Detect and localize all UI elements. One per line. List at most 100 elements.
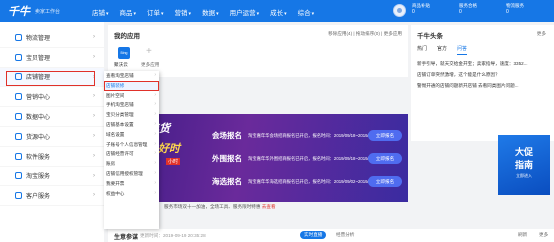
nav-data[interactable]: 数据▾ [202, 7, 219, 17]
main-nav: 店铺▾ 商品▾ 订单▾ 营销▾ 数据▾ 用户运营▾ 成长▾ 综合▾ [92, 7, 325, 17]
chevron-down-icon: ▾ [284, 11, 287, 17]
chevron-right-icon: › [93, 113, 95, 120]
sidebar-item-taobao-service[interactable]: 淘宝服务 › [0, 167, 104, 187]
sidebar-item-supply[interactable]: 货源中心 › [0, 127, 104, 147]
flyout-account[interactable]: 账房 › [104, 159, 159, 169]
nav-shop[interactable]: 店铺▾ [92, 7, 109, 17]
promo-enter: 立即进入 [516, 173, 532, 178]
nav-user-ops[interactable]: 用户运营▾ [230, 7, 260, 17]
banner-row-venue: 会场报名 淘宝嘉年华会场招商报名已开启，报名时间：2019/09/18~2019… [212, 130, 402, 142]
tab-analysis[interactable]: 经营分析 [336, 232, 354, 238]
app-tile-icon[interactable]: Bing [118, 47, 130, 59]
section-title: 生意参谋 [114, 235, 139, 241]
service-icon [15, 172, 22, 180]
chevron-right-icon: › [154, 101, 156, 108]
flyout-mobile-shop[interactable]: 手机淘宝店铺 › [104, 100, 159, 110]
chevron-down-icon: ▾ [188, 11, 192, 17]
chevron-right-icon: › [154, 91, 156, 98]
register-button[interactable]: 立即报名 [368, 130, 402, 141]
tab-hot[interactable]: 热门 [417, 45, 427, 55]
sidebar-item-marketing[interactable]: 营销中心 › [0, 87, 104, 108]
stat-goods-subsidy[interactable]: 商品补贴 0 [412, 3, 430, 15]
list-item[interactable]: 警惕开通的店铺问题新开店铺 去看同类图片问题... [417, 83, 551, 94]
list-item[interactable]: 新手引导，就天交给金开宝；卖家指导，速度：3352... [417, 61, 551, 72]
refresh-link[interactable]: 刷新 [518, 232, 527, 238]
banner-row-desc: 淘宝嘉年华海选招商报名已开启，报名时间：2019/09/02~2019/09/1… [248, 179, 380, 184]
chevron-right-icon: › [93, 132, 95, 139]
news-list: 新手引导，就天交给金开宝；卖家指导，速度：3352... 店铺订单突然激增，这个… [417, 61, 551, 94]
plus-icon[interactable]: + [146, 46, 152, 57]
update-time: 更新时间：2019-09-19 20:35:28 [140, 233, 206, 238]
nav-goods[interactable]: 商品▾ [120, 7, 137, 17]
more-link[interactable]: 更多 [539, 232, 548, 238]
nav-orders[interactable]: 订单▾ [147, 7, 164, 17]
flyout-rights-center[interactable]: 权益中心 › [104, 189, 159, 199]
news-tabs: 热门 官方 问答 [417, 45, 477, 55]
sidebar-item-data[interactable]: 数据中心 › [0, 107, 104, 127]
nav-growth[interactable]: 成长▾ [270, 7, 287, 17]
news-more-link[interactable]: 更多 [537, 31, 546, 37]
sidebar-item-software[interactable]: 软件服务 › [0, 147, 104, 167]
flyout-shop-decoration[interactable]: 店铺装修 [104, 80, 159, 91]
top-nav-bar: 千牛 卖家工作台 店铺▾ 商品▾ 订单▾ 营销▾ 数据▾ 用户运营▾ 成长▾ 综… [0, 0, 554, 22]
promo-title-1: 大促 [514, 147, 533, 157]
nav-general[interactable]: 综合▾ [298, 7, 315, 17]
chevron-down-icon: ▾ [133, 11, 137, 17]
flyout-subaccount[interactable]: 子账号个人信息管理 › [104, 140, 159, 150]
notice-text: 服务市场双十一加油，全场工具、服务限时特惠 [164, 204, 261, 209]
qianniu-news-panel: 千牛头条 更多 热门 官方 问答 新手引导，就天交给金开宝；卖家指导，速度：33… [411, 25, 554, 141]
news-title: 千牛头条 [417, 33, 443, 40]
flyout-credit-auth[interactable]: 店铺信用授权管理 › [104, 169, 159, 179]
chevron-right-icon: › [154, 189, 156, 196]
app-label[interactable]: 聚沃云 [114, 62, 128, 68]
promo-guide-card[interactable]: 大促 指南 立即进入 [498, 135, 550, 195]
chevron-right-icon: › [154, 111, 156, 118]
sidebar-item-customer[interactable]: 客户服务 › [0, 186, 104, 207]
chevron-down-icon: ▾ [256, 11, 260, 17]
flyout-domain-settings[interactable]: 域名设置 › [104, 130, 159, 140]
flyout-basic-settings[interactable]: 店铺基本设置 › [104, 120, 159, 130]
stat-logistics[interactable]: 物流服务 0 [506, 3, 524, 15]
flyout-view-shop[interactable]: 查看淘宝店铺 › [104, 71, 159, 81]
sidebar-item-shop[interactable]: 店铺管理 › [0, 67, 104, 88]
list-item[interactable]: 店铺订单突然激增，这个能是什么原因？ [417, 72, 551, 83]
tab-official[interactable]: 官方 [437, 45, 447, 55]
stat-service[interactable]: 服务合格 0 [459, 3, 477, 15]
chevron-right-icon: › [154, 150, 156, 157]
register-button[interactable]: 立即报名 [368, 176, 402, 187]
tab-qa[interactable]: 问答 [457, 45, 468, 55]
notice-link[interactable]: 去查看 [262, 204, 276, 209]
my-apps-title: 我的应用 [114, 33, 140, 40]
chevron-right-icon: › [93, 34, 95, 40]
qianniu-logo[interactable]: 千牛 [8, 3, 30, 19]
sidebar: 物流管理 › 宝贝管理 › 店铺管理 › 营销中心 › 数据中心 › 货源中心 › 软件服务… [0, 22, 104, 242]
supply-icon [15, 132, 22, 140]
more-apps-label[interactable]: 更多应用 [141, 62, 159, 68]
flyout-image-space[interactable]: 图片空间 › [104, 91, 159, 101]
flyout-category-manage[interactable]: 宝贝分类管理 › [104, 110, 159, 120]
sidebar-item-goods[interactable]: 宝贝管理 › [0, 48, 104, 68]
banner-row-outer: 外围报名 淘宝嘉年华外围招商报名已开启，报名时间：2019/09/18~2019… [212, 153, 402, 165]
truck-icon [15, 33, 22, 41]
register-button[interactable]: 立即报名 [368, 153, 402, 164]
chevron-down-icon: ▾ [311, 11, 315, 17]
chevron-right-icon: › [154, 120, 156, 127]
my-apps-links[interactable]: 移除应用(4) | 拖动排序(0) | 更多应用 [328, 31, 402, 37]
chevron-right-icon: › [93, 192, 95, 199]
flyout-invoice[interactable]: 我要开票 › [104, 179, 159, 189]
user-icon [15, 192, 22, 200]
avatar[interactable] [393, 4, 406, 17]
chart-icon [15, 113, 22, 121]
nav-marketing[interactable]: 营销▾ [175, 7, 192, 17]
chevron-down-icon: ▾ [106, 11, 109, 17]
chevron-right-icon: › [93, 93, 95, 100]
banner-row-desc: 淘宝嘉年华外围招商报名已开启，报名时间：2019/09/18~2019/11/1… [248, 156, 379, 161]
chevron-right-icon: › [93, 53, 95, 60]
chevron-down-icon: ▾ [161, 11, 164, 17]
sidebar-item-logistics[interactable]: 物流管理 › [0, 28, 104, 48]
tab-realtime[interactable]: 实时直播 [300, 231, 327, 239]
business-advisor-strip: 生意参谋 更新时间：2019-09-19 20:35:28 实时直播 经营分析 … [108, 229, 554, 242]
banner-row-desc: 淘宝嘉年华会场招商报名已开启，报名时间：2019/09/18~2019/10/2… [248, 133, 380, 138]
flyout-license[interactable]: 店铺经营许可 › [104, 149, 159, 159]
banner-tag: 小时 [166, 158, 181, 165]
